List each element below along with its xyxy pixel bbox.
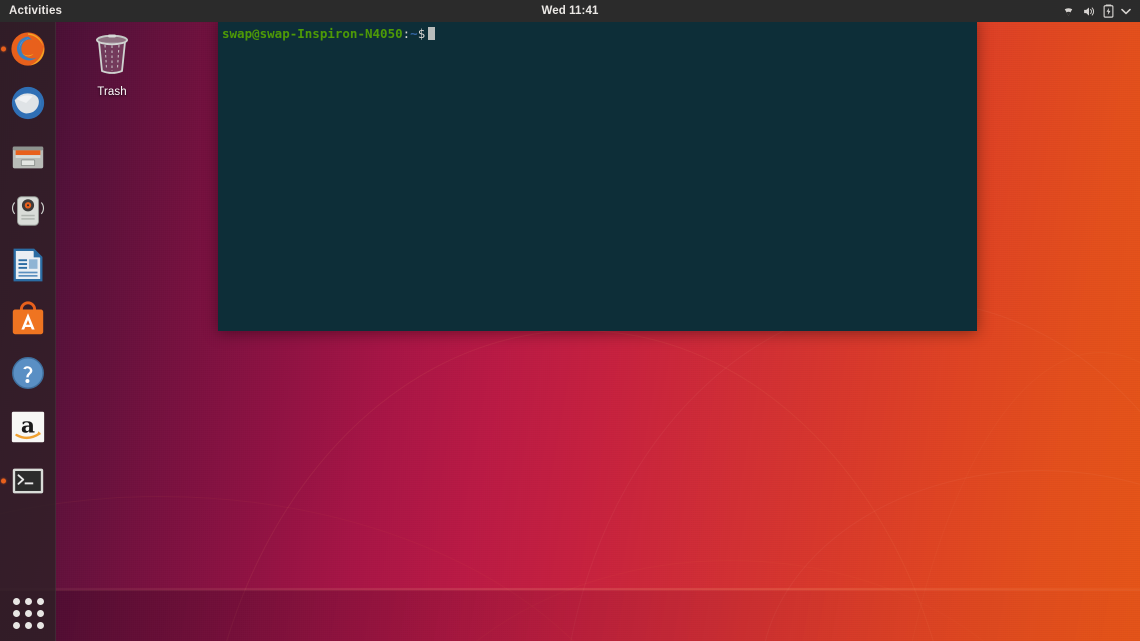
- dock-item-rhythmbox[interactable]: [0, 184, 56, 238]
- dock-item-thunderbird[interactable]: [0, 76, 56, 130]
- trash-can-icon: [89, 28, 135, 83]
- terminal-prompt-dollar: $: [418, 26, 426, 41]
- system-status-menu[interactable]: [1057, 0, 1136, 22]
- desktop-icon-trash[interactable]: Trash: [78, 28, 146, 100]
- battery-charging-icon: [1103, 4, 1114, 18]
- terminal-prompt-path: ~: [410, 26, 418, 41]
- volume-icon: [1082, 5, 1096, 18]
- dock-item-firefox[interactable]: [0, 22, 56, 76]
- dock-item-files[interactable]: [0, 130, 56, 184]
- app-grid-dot: [37, 622, 44, 629]
- app-grid-dot: [13, 610, 20, 617]
- top-bar: Activities Wed 11:41: [0, 0, 1140, 22]
- app-grid-dot: [25, 598, 32, 605]
- ubuntu-software-icon: [9, 300, 47, 338]
- thunderbird-icon: [9, 84, 47, 122]
- files-icon: [9, 138, 47, 176]
- dock: a: [0, 22, 56, 641]
- app-grid-dot: [25, 610, 32, 617]
- app-grid-dot: [25, 622, 32, 629]
- rhythmbox-icon: [9, 192, 47, 230]
- app-grid-dot: [13, 622, 20, 629]
- libreoffice-writer-icon: [9, 246, 47, 284]
- wifi-icon: [1062, 5, 1075, 18]
- chevron-down-icon: [1121, 8, 1131, 15]
- dock-item-ubuntu-software[interactable]: [0, 292, 56, 346]
- dock-item-libreoffice-writer[interactable]: [0, 238, 56, 292]
- activities-button[interactable]: Activities: [0, 0, 71, 22]
- svg-text:a: a: [20, 413, 34, 439]
- desktop-icon-label: Trash: [97, 86, 126, 98]
- app-grid-dot: [37, 598, 44, 605]
- clock[interactable]: Wed 11:41: [0, 5, 1140, 17]
- app-grid-dot: [37, 610, 44, 617]
- desktop-screen: Activities Wed 11:41: [0, 0, 1140, 641]
- terminal-cursor: [428, 27, 435, 40]
- terminal-window[interactable]: swap@swap-Inspiron-N4050:~$: [218, 18, 977, 331]
- firefox-icon: [9, 30, 47, 68]
- dock-item-terminal[interactable]: [0, 454, 56, 508]
- terminal-icon: [9, 462, 47, 500]
- terminal-prompt-user: swap@swap-Inspiron-N4050: [222, 26, 403, 41]
- show-applications-button[interactable]: [0, 585, 56, 641]
- app-grid-dot: [13, 598, 20, 605]
- amazon-icon: a: [9, 408, 47, 446]
- running-indicator-firefox: [1, 47, 6, 52]
- dock-item-amazon[interactable]: a: [0, 400, 56, 454]
- dock-item-help[interactable]: [0, 346, 56, 400]
- help-icon: [9, 354, 47, 392]
- running-indicator-terminal: [1, 479, 6, 484]
